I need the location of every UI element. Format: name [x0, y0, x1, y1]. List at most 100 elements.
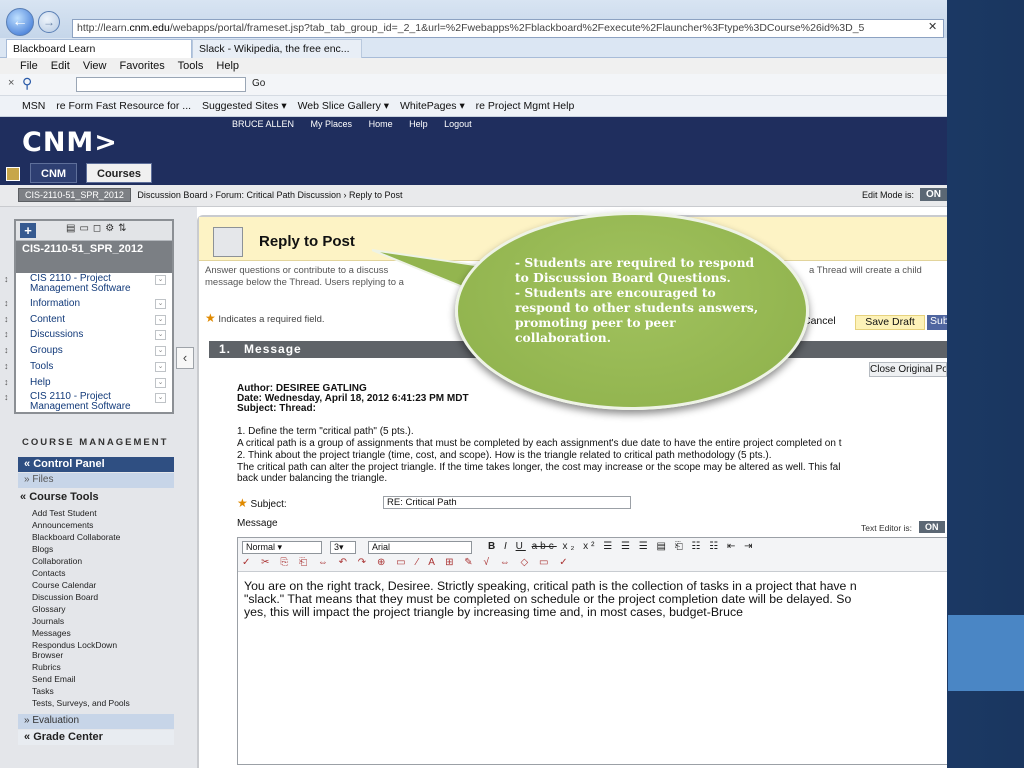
tool-course-calendar[interactable]: Course Calendar	[32, 580, 96, 590]
item-options-icon[interactable]: ⌄	[155, 378, 166, 388]
close-icon[interactable]: ✕	[928, 20, 937, 33]
close-toolbar-icon[interactable]: ×	[8, 77, 14, 89]
tool-rubrics[interactable]: Rubrics	[32, 662, 61, 672]
breadcrumb-trail[interactable]: Discussion Board › Forum: Critical Path …	[137, 190, 402, 200]
tool-blogs[interactable]: Blogs	[32, 544, 53, 554]
font-size-select[interactable]: 3▾	[330, 541, 356, 554]
tool-tasks[interactable]: Tasks	[32, 686, 54, 696]
item-options-icon[interactable]: ⌄	[155, 299, 166, 309]
tool-glossary[interactable]: Glossary	[32, 604, 66, 614]
post-subject: Subject: Thread:	[237, 403, 316, 414]
post-body-line: back under balancing the triangle.	[237, 473, 388, 484]
tool-announcements[interactable]: Announcements	[32, 520, 93, 530]
tool-tests-surveys-pools[interactable]: Tests, Surveys, and Pools	[32, 698, 130, 708]
sidebar-item-tools[interactable]: ↕ Tools ⌄	[4, 360, 172, 376]
tool-contacts[interactable]: Contacts	[32, 568, 66, 578]
favorite-form-fast[interactable]: re Form Fast Resource for ...	[56, 100, 191, 112]
tab-courses[interactable]: Courses	[86, 163, 153, 183]
sidebar-item-discussions[interactable]: ↕ Discussions ⌄	[4, 328, 172, 344]
help-link[interactable]: Help	[409, 119, 428, 129]
tool-messages[interactable]: Messages	[32, 628, 71, 638]
my-places-link[interactable]: My Places	[311, 119, 353, 129]
grade-center-section[interactable]: « Grade Center	[18, 730, 174, 745]
search-input[interactable]	[76, 77, 246, 92]
close-original-post-button[interactable]: Close Original Post	[869, 362, 947, 377]
menu-file[interactable]: File	[20, 60, 38, 72]
favorite-msn[interactable]: MSN	[22, 100, 45, 112]
format-select[interactable]: Normal ▾	[242, 541, 322, 554]
section-title: Message	[244, 342, 302, 356]
item-options-icon[interactable]: ⌄	[155, 346, 166, 356]
sidebar-item-label: Content	[30, 314, 66, 325]
files-section[interactable]: » Files	[18, 473, 174, 488]
favorite-suggested-sites[interactable]: Suggested Sites ▾	[202, 100, 287, 112]
subject-input[interactable]: RE: Critical Path	[383, 496, 631, 509]
tab-cnm[interactable]: CNM	[30, 163, 78, 183]
move-handle-icon[interactable]: ↕	[4, 314, 9, 324]
menu-view-icons[interactable]: ▤▭◻⚙⇅	[66, 223, 131, 234]
font-family-select[interactable]: Arial	[368, 541, 472, 554]
tool-discussion-board[interactable]: Discussion Board	[32, 592, 98, 602]
submit-button[interactable]: Submit	[927, 315, 947, 330]
save-draft-button[interactable]: Save Draft	[855, 315, 925, 330]
forward-icon[interactable]: →	[38, 11, 60, 33]
move-handle-icon[interactable]: ↕	[4, 361, 9, 371]
breadcrumb-course[interactable]: CIS-2110-51_SPR_2012	[18, 188, 131, 202]
tool-blackboard-collaborate[interactable]: Blackboard Collaborate	[32, 532, 120, 542]
sidebar-item-groups[interactable]: ↕ Groups ⌄	[4, 344, 172, 360]
item-options-icon[interactable]: ⌄	[155, 393, 166, 403]
favorite-web-slice-gallery[interactable]: Web Slice Gallery ▾	[298, 100, 389, 112]
move-handle-icon[interactable]: ↕	[4, 298, 9, 308]
add-menu-item-button[interactable]: +	[20, 223, 36, 238]
sidebar-item-content[interactable]: ↕ Content ⌄	[4, 313, 172, 329]
move-handle-icon[interactable]: ↕	[4, 392, 9, 402]
tab-blackboard-learn[interactable]: Blackboard Learn	[6, 39, 192, 58]
course-tools-header[interactable]: « Course Tools	[20, 491, 99, 503]
sidebar-item-help[interactable]: ↕ Help ⌄	[4, 376, 172, 392]
sidebar-item-cis2110-software[interactable]: ↕ CIS 2110 - Project Management Software ⌄	[4, 391, 172, 413]
move-handle-icon[interactable]: ↕	[4, 345, 9, 355]
menu-tools[interactable]: Tools	[178, 60, 204, 72]
course-menu-title[interactable]: CIS-2110-51_SPR_2012	[16, 241, 172, 273]
course-tools-label: Course Tools	[29, 491, 99, 503]
sidebar-item-cis2110[interactable]: ↕ CIS 2110 - Project Management Software ⌄	[4, 273, 172, 295]
required-star-icon: ★	[205, 311, 216, 325]
control-panel-header[interactable]: « Control Panel	[18, 457, 174, 472]
edit-mode-toggle[interactable]: ON	[920, 188, 947, 201]
tool-add-test-student[interactable]: Add Test Student	[32, 508, 97, 518]
logout-link[interactable]: Logout	[444, 119, 472, 129]
tool-collaboration[interactable]: Collaboration	[32, 556, 82, 566]
move-handle-icon[interactable]: ↕	[4, 329, 9, 339]
item-options-icon[interactable]: ⌄	[155, 362, 166, 372]
search-icon[interactable]: ⚲	[22, 75, 32, 92]
blackboard-header: BRUCE ALLEN My Places Home Help Logout C…	[0, 117, 947, 185]
home-link[interactable]: Home	[369, 119, 393, 129]
item-options-icon[interactable]: ⌄	[155, 330, 166, 340]
tool-journals[interactable]: Journals	[32, 616, 64, 626]
sidebar-item-information[interactable]: ↕ Information ⌄	[4, 297, 172, 313]
tool-send-email[interactable]: Send Email	[32, 674, 75, 684]
item-options-icon[interactable]: ⌄	[155, 315, 166, 325]
favorite-whitepages[interactable]: WhitePages ▾	[400, 100, 465, 112]
favorite-project-mgmt-help[interactable]: re Project Mgmt Help	[476, 100, 575, 112]
address-bar[interactable]: http://learn.cnm.edu/webapps/portal/fram…	[72, 19, 944, 38]
user-name-link[interactable]: BRUCE ALLEN	[232, 119, 294, 129]
evaluation-section[interactable]: » Evaluation	[18, 714, 174, 729]
move-handle-icon[interactable]: ↕	[4, 274, 9, 284]
tool-respondus-lockdown[interactable]: Respondus LockDown Browser	[32, 640, 142, 660]
reply-text[interactable]: You are on the right track, Desiree. Str…	[244, 580, 947, 619]
move-handle-icon[interactable]: ↕	[4, 377, 9, 387]
tab-slack-wikipedia[interactable]: Slack - Wikipedia, the free enc...	[192, 39, 362, 58]
editor-tool-icons[interactable]: ✓ ✂ ⎘ ⎗ ⇔ ↶ ↷ ⊕ ▭ ⁄ A ⊞ ✎ √ ⇔ ◇ ▭ ✓	[242, 557, 572, 568]
text-editor-toggle[interactable]: ON	[919, 521, 945, 533]
menu-favorites[interactable]: Favorites	[120, 60, 165, 72]
message-editor[interactable]: Normal ▾ 3▾ Arial B I U abc x₂ x² ☰ ☰ ☰ …	[237, 537, 947, 765]
formatting-buttons[interactable]: B I U abc x₂ x² ☰ ☰ ☰ ▤ ⎗ ☷ ☷ ⇤ ⇥	[488, 541, 756, 552]
collapse-menu-button[interactable]: ‹	[176, 347, 194, 369]
menu-view[interactable]: View	[83, 60, 107, 72]
menu-help[interactable]: Help	[216, 60, 239, 72]
menu-edit[interactable]: Edit	[51, 60, 70, 72]
back-icon[interactable]: ←	[6, 8, 34, 36]
search-go-button[interactable]: Go	[252, 78, 265, 89]
item-options-icon[interactable]: ⌄	[155, 275, 166, 285]
